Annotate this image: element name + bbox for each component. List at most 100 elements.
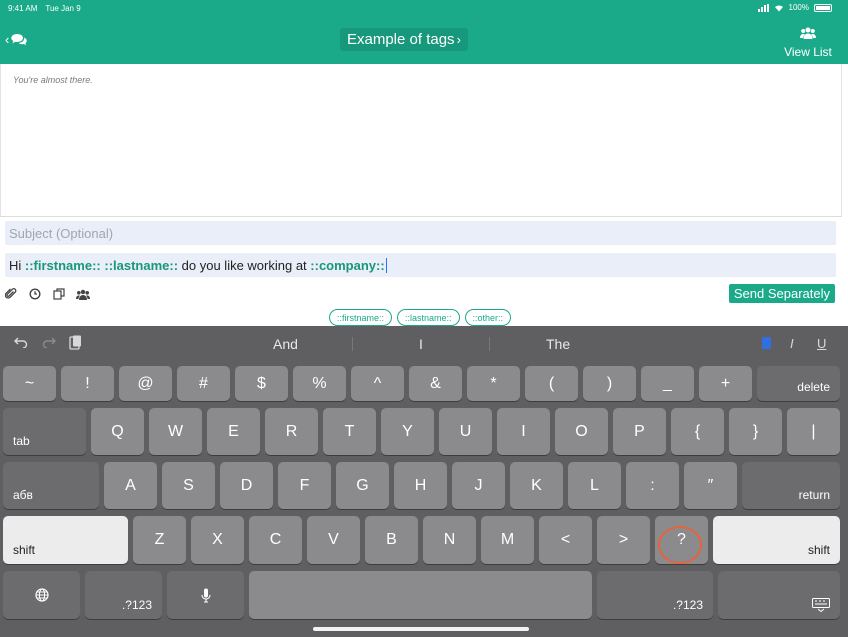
- chevron-left-icon: ‹: [5, 32, 10, 47]
- key-percent[interactable]: %: [293, 366, 346, 401]
- status-bar-left: 9:41 AM Tue Jan 9: [8, 4, 81, 13]
- key-d[interactable]: D: [220, 462, 273, 509]
- key-caret[interactable]: ^: [351, 366, 404, 401]
- key-exclamation[interactable]: !: [61, 366, 114, 401]
- key-p[interactable]: P: [613, 408, 666, 455]
- key-s[interactable]: S: [162, 462, 215, 509]
- key-question[interactable]: ?: [655, 516, 708, 564]
- key-dollar[interactable]: $: [235, 366, 288, 401]
- key-numbers-right[interactable]: .?123: [597, 571, 713, 619]
- keyboard-dismiss-icon: [812, 598, 830, 612]
- key-g[interactable]: G: [336, 462, 389, 509]
- tag-chip-lastname[interactable]: ::lastname::: [396, 309, 460, 326]
- key-right-paren[interactable]: ): [583, 366, 636, 401]
- key-pipe[interactable]: |: [787, 408, 840, 455]
- chevron-right-icon: ›: [456, 32, 461, 47]
- key-u[interactable]: U: [439, 408, 492, 455]
- key-numbers-left[interactable]: .?123: [85, 571, 162, 619]
- key-less-than[interactable]: <: [539, 516, 592, 564]
- contacts-group-icon[interactable]: [76, 287, 90, 301]
- key-v[interactable]: V: [307, 516, 360, 564]
- key-dismiss-keyboard[interactable]: [718, 571, 840, 619]
- key-shift-right[interactable]: shift: [713, 516, 840, 564]
- key-left-paren[interactable]: (: [525, 366, 578, 401]
- key-asterisk[interactable]: *: [467, 366, 520, 401]
- tag-chip-other[interactable]: ::other::: [464, 309, 512, 326]
- key-plus[interactable]: +: [699, 366, 752, 401]
- message-input[interactable]: Hi ::firstname:: ::lastname:: do you lik…: [5, 253, 836, 277]
- key-right-brace[interactable]: }: [729, 408, 782, 455]
- key-double-quote[interactable]: ″: [684, 462, 737, 509]
- key-t[interactable]: T: [323, 408, 376, 455]
- prediction-i[interactable]: I: [419, 336, 423, 352]
- key-q[interactable]: Q: [91, 408, 144, 455]
- key-dictation[interactable]: [167, 571, 244, 619]
- italic-format-button[interactable]: I: [790, 336, 794, 351]
- view-list-label: View List: [784, 45, 832, 59]
- key-at[interactable]: @: [119, 366, 172, 401]
- key-globe[interactable]: [3, 571, 80, 619]
- clock-icon[interactable]: [28, 287, 42, 301]
- key-n[interactable]: N: [423, 516, 476, 564]
- subject-field-container: [5, 221, 836, 245]
- key-shift-left[interactable]: shift: [3, 516, 128, 564]
- key-delete[interactable]: delete: [757, 366, 840, 401]
- key-return[interactable]: return: [742, 462, 840, 509]
- key-tab[interactable]: tab: [3, 408, 86, 455]
- prediction-and[interactable]: And: [273, 336, 298, 352]
- send-separately-button[interactable]: Send Separately: [728, 284, 835, 303]
- key-f[interactable]: F: [278, 462, 331, 509]
- key-space[interactable]: [249, 571, 592, 619]
- status-date: Tue Jan 9: [45, 4, 81, 13]
- key-a[interactable]: A: [104, 462, 157, 509]
- message-text: do you like working at: [178, 257, 311, 273]
- key-j[interactable]: J: [452, 462, 505, 509]
- battery-percent: 100%: [788, 3, 809, 12]
- key-h[interactable]: H: [394, 462, 447, 509]
- undo-icon[interactable]: [14, 335, 28, 351]
- key-w[interactable]: W: [149, 408, 202, 455]
- globe-icon: [34, 588, 49, 602]
- prediction-the[interactable]: The: [546, 336, 570, 352]
- subject-input[interactable]: [5, 221, 836, 245]
- status-hint: You're almost there.: [13, 75, 93, 85]
- key-left-brace[interactable]: {: [671, 408, 724, 455]
- key-r[interactable]: R: [265, 408, 318, 455]
- status-time: 9:41 AM: [8, 4, 38, 13]
- key-k[interactable]: K: [510, 462, 563, 509]
- conversation-title-button[interactable]: Example of tags ›: [340, 28, 468, 51]
- key-underscore[interactable]: _: [641, 366, 694, 401]
- key-e[interactable]: E: [207, 408, 260, 455]
- paperclip-icon[interactable]: [4, 287, 18, 301]
- key-language-switch[interactable]: абв: [3, 462, 99, 509]
- group-icon: [800, 27, 816, 39]
- key-tilde[interactable]: ~: [3, 366, 56, 401]
- key-c[interactable]: C: [249, 516, 302, 564]
- bold-format-icon[interactable]: [762, 337, 771, 352]
- key-x[interactable]: X: [191, 516, 244, 564]
- key-y[interactable]: Y: [381, 408, 434, 455]
- tag-chip-firstname[interactable]: ::firstname::: [328, 309, 392, 326]
- key-l[interactable]: L: [568, 462, 621, 509]
- templates-icon[interactable]: [52, 287, 66, 301]
- key-m[interactable]: M: [481, 516, 534, 564]
- key-numbers-right-label: .?123: [672, 598, 703, 612]
- underline-format-button[interactable]: U: [817, 336, 826, 351]
- prediction-bar: And I The I U: [0, 326, 848, 361]
- compose-toolbar: [4, 287, 90, 301]
- view-list-button[interactable]: View List: [778, 26, 838, 59]
- key-b[interactable]: B: [365, 516, 418, 564]
- message-tag-lastname: ::lastname::: [104, 257, 179, 273]
- key-colon[interactable]: :: [626, 462, 679, 509]
- key-o[interactable]: O: [555, 408, 608, 455]
- redo-icon[interactable]: [42, 335, 56, 351]
- key-i[interactable]: I: [497, 408, 550, 455]
- navigation-bar: 9:41 AM Tue Jan 9 100% ‹ Example of tags…: [0, 0, 848, 64]
- key-hash[interactable]: #: [177, 366, 230, 401]
- paste-icon[interactable]: [69, 335, 82, 353]
- text-cursor: [385, 257, 387, 273]
- key-z[interactable]: Z: [133, 516, 186, 564]
- key-ampersand[interactable]: &: [409, 366, 462, 401]
- key-greater-than[interactable]: >: [597, 516, 650, 564]
- back-button[interactable]: ‹: [5, 32, 28, 47]
